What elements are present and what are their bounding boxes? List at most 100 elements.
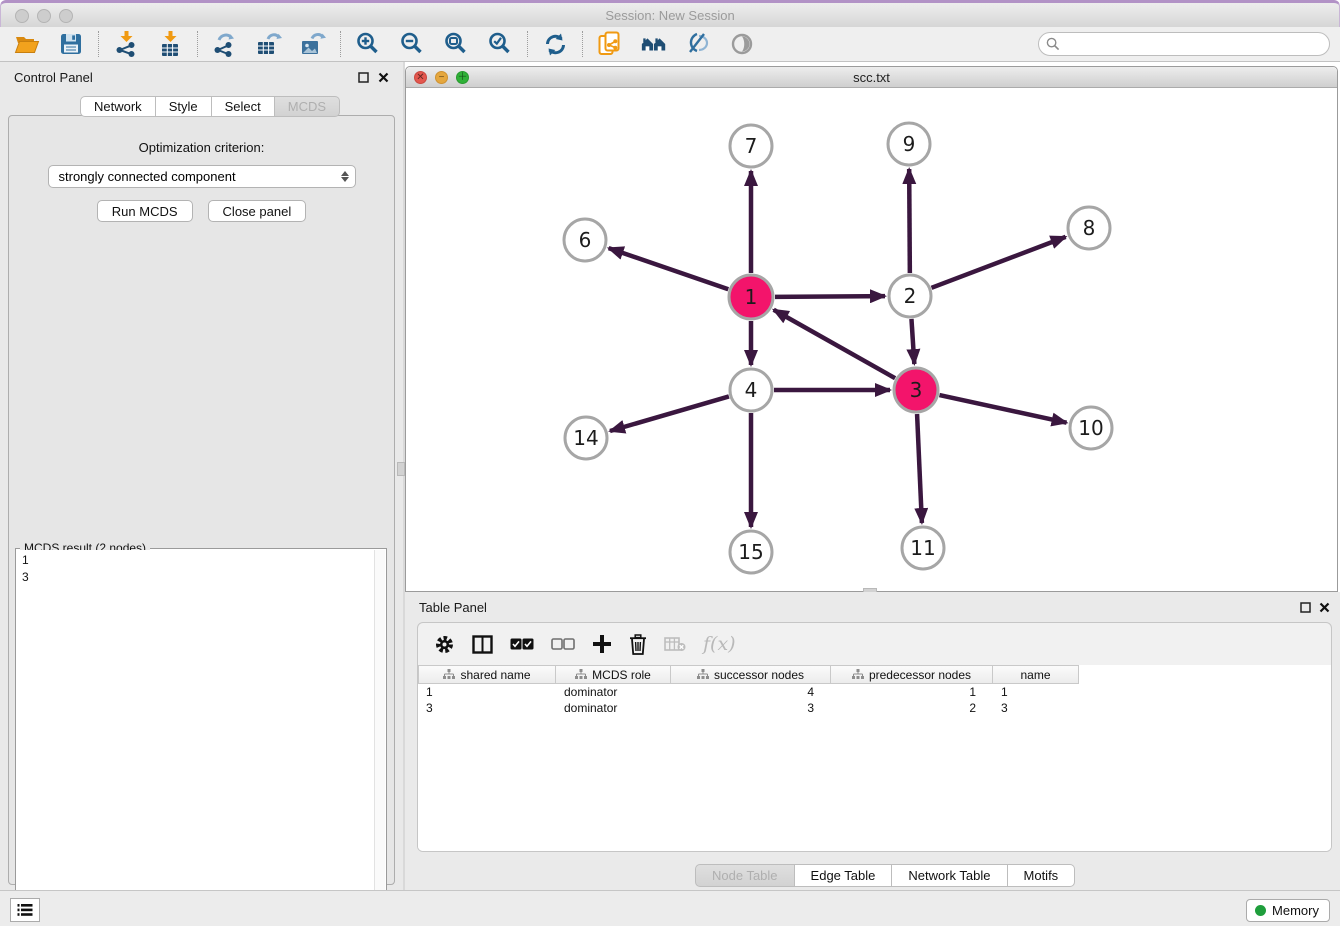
refresh-view-icon[interactable]	[541, 30, 569, 58]
column-header-predecessor-nodes[interactable]: predecessor nodes	[831, 665, 993, 684]
graph-edge-3-10[interactable]	[939, 395, 1066, 423]
tab-style[interactable]: Style	[156, 96, 212, 117]
list-icon	[17, 903, 33, 917]
result-scrollbar[interactable]	[374, 550, 385, 924]
search-input[interactable]	[1060, 34, 1329, 54]
export-network-icon[interactable]	[211, 30, 239, 58]
cell-MCDS-role[interactable]: dominator	[556, 700, 671, 716]
cell-predecessor-nodes[interactable]: 2	[831, 700, 993, 716]
network-window: ✕ − ＋ scc.txt 7 9 6 8 1 2 4 3 14 10 15 11	[405, 66, 1338, 592]
export-image-icon[interactable]	[299, 30, 327, 58]
column-header-successor-nodes[interactable]: successor nodes	[671, 665, 831, 684]
table-settings-gear-icon[interactable]	[434, 634, 455, 655]
close-panel-icon[interactable]	[378, 70, 389, 88]
graph-node-7[interactable]: 7	[730, 125, 772, 167]
tab-network[interactable]: Network	[80, 96, 156, 117]
export-table-icon[interactable]	[255, 30, 283, 58]
import-table-icon[interactable]	[156, 30, 184, 58]
zoom-fit-icon[interactable]	[442, 30, 470, 58]
tab-mcds[interactable]: MCDS	[275, 96, 340, 117]
select-all-columns-icon[interactable]	[510, 638, 534, 650]
network-window-titlebar[interactable]: ✕ − ＋ scc.txt	[406, 67, 1337, 88]
criterion-dropdown[interactable]: strongly connected component	[48, 165, 356, 188]
graph-node-6[interactable]: 6	[564, 219, 606, 261]
reset-layout-icon[interactable]	[640, 30, 668, 58]
criterion-value: strongly connected component	[59, 169, 341, 184]
graph-node-3[interactable]: 3	[894, 368, 938, 412]
graph-node-14[interactable]: 14	[565, 417, 607, 459]
show-graphics-details-icon[interactable]	[728, 30, 756, 58]
tab-edge-table[interactable]: Edge Table	[795, 864, 893, 887]
graph-edge-2-9[interactable]	[909, 169, 910, 273]
column-header-label: MCDS role	[592, 668, 651, 682]
network-canvas[interactable]: 7 9 6 8 1 2 4 3 14 10 15 11	[406, 88, 1337, 591]
tab-node-table[interactable]: Node Table	[695, 864, 795, 887]
graph-edge-1-2[interactable]	[775, 296, 885, 297]
import-network-icon[interactable]	[112, 30, 140, 58]
mcds-result-list: 13	[17, 550, 374, 924]
column-header-shared-name[interactable]: shared name	[418, 665, 556, 684]
close-panel-button[interactable]: Close panel	[208, 200, 307, 222]
column-tree-icon	[852, 669, 864, 680]
memory-button[interactable]: Memory	[1246, 899, 1330, 922]
graph-edge-1-6[interactable]	[609, 248, 729, 289]
close-table-panel-icon[interactable]	[1319, 600, 1330, 618]
float-table-panel-icon[interactable]	[1300, 600, 1311, 618]
control-panel: Control Panel NetworkStyleSelectMCDS Opt…	[0, 62, 403, 890]
tab-network-table[interactable]: Network Table	[892, 864, 1007, 887]
save-session-icon[interactable]	[57, 30, 85, 58]
delete-column-trash-icon[interactable]	[629, 634, 647, 655]
zoom-selected-icon[interactable]	[486, 30, 514, 58]
cell-successor-nodes[interactable]: 4	[671, 684, 831, 700]
tab-motifs[interactable]: Motifs	[1008, 864, 1076, 887]
float-panel-icon[interactable]	[358, 70, 369, 88]
column-header-MCDS-role[interactable]: MCDS role	[556, 665, 671, 684]
cell-shared-name[interactable]: 1	[418, 684, 556, 700]
table-row[interactable]: 1dominator411	[418, 684, 1331, 700]
column-tree-icon	[443, 669, 455, 680]
graph-node-10[interactable]: 10	[1070, 407, 1112, 449]
clone-network-icon[interactable]	[596, 30, 624, 58]
network-graph: 7 9 6 8 1 2 4 3 14 10 15 11	[406, 88, 1337, 591]
graph-edge-3-1[interactable]	[774, 310, 895, 378]
cell-predecessor-nodes[interactable]: 1	[831, 684, 993, 700]
main-toolbar	[0, 27, 1340, 62]
graph-node-15[interactable]: 15	[730, 531, 772, 573]
app-title: Session: New Session	[1, 8, 1339, 23]
cell-shared-name[interactable]: 3	[418, 700, 556, 716]
table-panel-title: Table Panel	[419, 600, 487, 615]
cell-MCDS-role[interactable]: dominator	[556, 684, 671, 700]
graph-edge-2-3[interactable]	[911, 319, 914, 364]
graph-node-label: 7	[745, 134, 758, 158]
splitter-handle[interactable]	[397, 462, 405, 476]
mcds-result-item: 3	[22, 569, 369, 586]
graph-node-label: 1	[745, 285, 758, 309]
task-history-button[interactable]	[10, 898, 40, 922]
search-box[interactable]	[1038, 32, 1330, 56]
graph-node-4[interactable]: 4	[730, 369, 772, 411]
cell-name[interactable]: 3	[993, 700, 1079, 716]
run-mcds-button[interactable]: Run MCDS	[97, 200, 193, 222]
zoom-in-icon[interactable]	[354, 30, 382, 58]
graph-node-1[interactable]: 1	[729, 275, 773, 319]
open-session-icon[interactable]	[13, 30, 41, 58]
zoom-out-icon[interactable]	[398, 30, 426, 58]
create-column-plus-icon[interactable]	[592, 634, 612, 654]
hide-graphics-details-icon[interactable]	[684, 30, 712, 58]
graph-edge-4-14[interactable]	[610, 396, 729, 431]
graph-node-11[interactable]: 11	[902, 527, 944, 569]
show-column-panel-icon[interactable]	[472, 635, 493, 654]
tab-select[interactable]: Select	[212, 96, 275, 117]
unselect-all-columns-icon[interactable]	[551, 638, 575, 650]
graph-edge-3-11[interactable]	[917, 414, 922, 523]
graph-node-9[interactable]: 9	[888, 123, 930, 165]
graph-node-8[interactable]: 8	[1068, 207, 1110, 249]
table-row[interactable]: 3dominator323	[418, 700, 1331, 716]
column-header-name[interactable]: name	[993, 665, 1079, 684]
graph-edge-2-8[interactable]	[932, 237, 1066, 288]
graph-node-label: 11	[910, 536, 935, 560]
cell-successor-nodes[interactable]: 3	[671, 700, 831, 716]
cell-name[interactable]: 1	[993, 684, 1079, 700]
memory-status-icon	[1255, 905, 1266, 916]
graph-node-2[interactable]: 2	[889, 275, 931, 317]
